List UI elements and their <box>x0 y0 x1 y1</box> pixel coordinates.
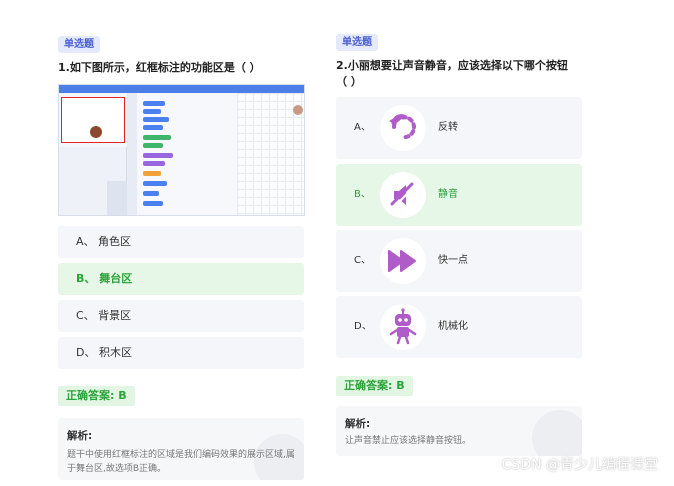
sprite-thumbnail <box>293 105 303 115</box>
explanation-text: 让声音禁止应该选择静音按钮。 <box>345 436 472 446</box>
stage-area-highlighted <box>61 97 125 143</box>
option-letter: B、 <box>354 189 371 200</box>
option-letter: C、 <box>354 255 371 266</box>
correct-answer-badge: 正确答案: B <box>58 386 135 406</box>
question-1: 单选题 1.如下图所示，红框标注的功能区是（ ） A、 角色区 B、 舞台区 C… <box>0 0 320 486</box>
mascot-watermark-icon <box>532 410 582 456</box>
question-type-tag: 单选题 <box>58 36 100 53</box>
mute-icon <box>380 172 426 218</box>
explanation-text: 题干中使用红框标注的区域是我们编码效果的展示区域,属于舞台区,故选项B正确。 <box>67 450 295 474</box>
option-label: 反转 <box>438 122 458 133</box>
explanation-box: 解析: 题干中使用红框标注的区域是我们编码效果的展示区域,属于舞台区,故选项B正… <box>58 418 304 480</box>
robot-icon <box>380 304 426 350</box>
sprite-figure <box>90 126 102 138</box>
explanation-box: 解析: 让声音禁止应该选择静音按钮。 <box>336 406 582 456</box>
correct-answer-badge: 正确答案: B <box>336 376 413 396</box>
option-d[interactable]: D、 机械化 <box>336 296 582 358</box>
question-title-line2: （ ） <box>336 75 362 88</box>
backdrop-panel <box>107 181 127 215</box>
option-label: 快一点 <box>438 255 468 266</box>
block-categories <box>127 93 137 215</box>
explanation-title: 解析: <box>67 430 93 442</box>
block-palette <box>137 93 237 215</box>
option-letter: A、 <box>354 122 371 133</box>
question-title-line1: 2.小丽想要让声音静音，应该选择以下哪个按钮 <box>336 59 568 72</box>
option-c[interactable]: C、 背景区 <box>58 300 304 332</box>
code-area <box>237 93 304 215</box>
fast-forward-icon <box>380 238 426 284</box>
option-c[interactable]: C、 快一点 <box>336 230 582 292</box>
explanation-title: 解析: <box>345 418 371 430</box>
option-b[interactable]: B、 静音 <box>336 164 582 226</box>
option-d[interactable]: D、 积木区 <box>58 337 304 369</box>
editor-menu-bar <box>59 85 304 93</box>
undo-arrow-icon <box>380 105 426 151</box>
option-a[interactable]: A、 角色区 <box>58 226 304 258</box>
scratch-editor-screenshot <box>58 84 305 216</box>
question-type-tag: 单选题 <box>336 34 378 51</box>
question-title: 1.如下图所示，红框标注的功能区是（ ） <box>58 61 261 74</box>
option-a[interactable]: A、 反转 <box>336 97 582 159</box>
option-label: 静音 <box>438 189 458 200</box>
option-label: 机械化 <box>438 321 468 332</box>
option-b[interactable]: B、 舞台区 <box>58 263 304 295</box>
option-letter: D、 <box>354 321 372 332</box>
csdn-watermark: CSDN @青少儿编程课堂 <box>501 457 658 473</box>
